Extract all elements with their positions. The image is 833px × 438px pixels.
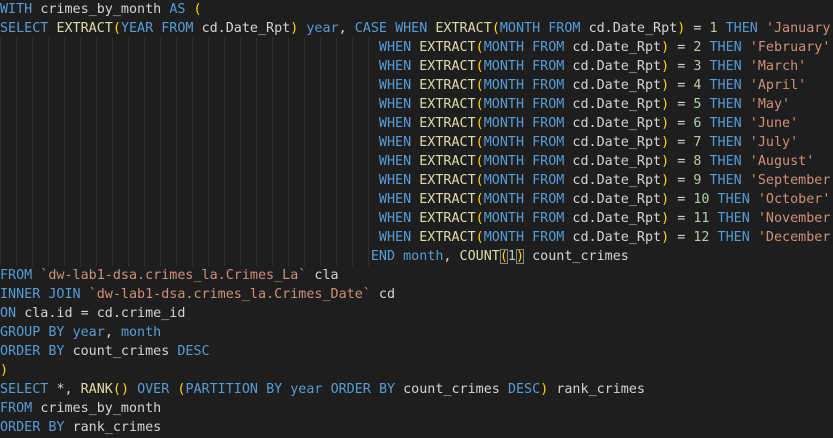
- code-editor[interactable]: WITH crimes_by_month AS ( SELECT EXTRACT(…: [0, 0, 833, 438]
- code-line: ORDER BY count_crimes DESC: [0, 344, 210, 359]
- code-line: WHEN EXTRACT(MONTH FROM cd.Date_Rpt) = 5…: [378, 97, 791, 112]
- code-line: INNER JOIN `dw-lab1-dsa.crimes_la.Crimes…: [0, 287, 396, 302]
- code-line: FROM `dw-lab1-dsa.crimes_la.Crimes_La` c…: [0, 268, 339, 283]
- code-line: ON cla.id = cd.crime_id: [0, 306, 186, 321]
- code-line: END month, COUNT(1) count_crimes: [370, 249, 629, 264]
- code-line: FROM crimes_by_month: [0, 401, 162, 416]
- code-line: WHEN EXTRACT(MONTH FROM cd.Date_Rpt) = 1…: [378, 230, 833, 245]
- code-line: GROUP BY year, month: [0, 325, 162, 340]
- code-line: ): [0, 363, 9, 378]
- matching-bracket-close: ): [515, 249, 525, 264]
- code-line: WHEN EXTRACT(MONTH FROM cd.Date_Rpt) = 9…: [378, 173, 833, 188]
- code-line: SELECT EXTRACT(YEAR FROM cd.Date_Rpt) ye…: [0, 21, 833, 36]
- code-line: WHEN EXTRACT(MONTH FROM cd.Date_Rpt) = 2…: [378, 40, 831, 55]
- code-line: WHEN EXTRACT(MONTH FROM cd.Date_Rpt) = 1…: [378, 211, 833, 226]
- code-line: WHEN EXTRACT(MONTH FROM cd.Date_Rpt) = 6…: [378, 116, 799, 131]
- code-line: WHEN EXTRACT(MONTH FROM cd.Date_Rpt) = 8…: [378, 154, 815, 169]
- code-line: WHEN EXTRACT(MONTH FROM cd.Date_Rpt) = 4…: [378, 78, 807, 93]
- code-line: WHEN EXTRACT(MONTH FROM cd.Date_Rpt) = 3…: [378, 59, 807, 74]
- code-line: SELECT *, RANK() OVER (PARTITION BY year…: [0, 382, 645, 397]
- matching-bracket-open: (: [499, 249, 508, 264]
- code-line: ORDER BY rank_crimes: [0, 420, 162, 435]
- code-line: WHEN EXTRACT(MONTH FROM cd.Date_Rpt) = 1…: [378, 192, 831, 207]
- code-line: WHEN EXTRACT(MONTH FROM cd.Date_Rpt) = 7…: [378, 135, 799, 150]
- code-line: WITH crimes_by_month AS (: [0, 2, 202, 17]
